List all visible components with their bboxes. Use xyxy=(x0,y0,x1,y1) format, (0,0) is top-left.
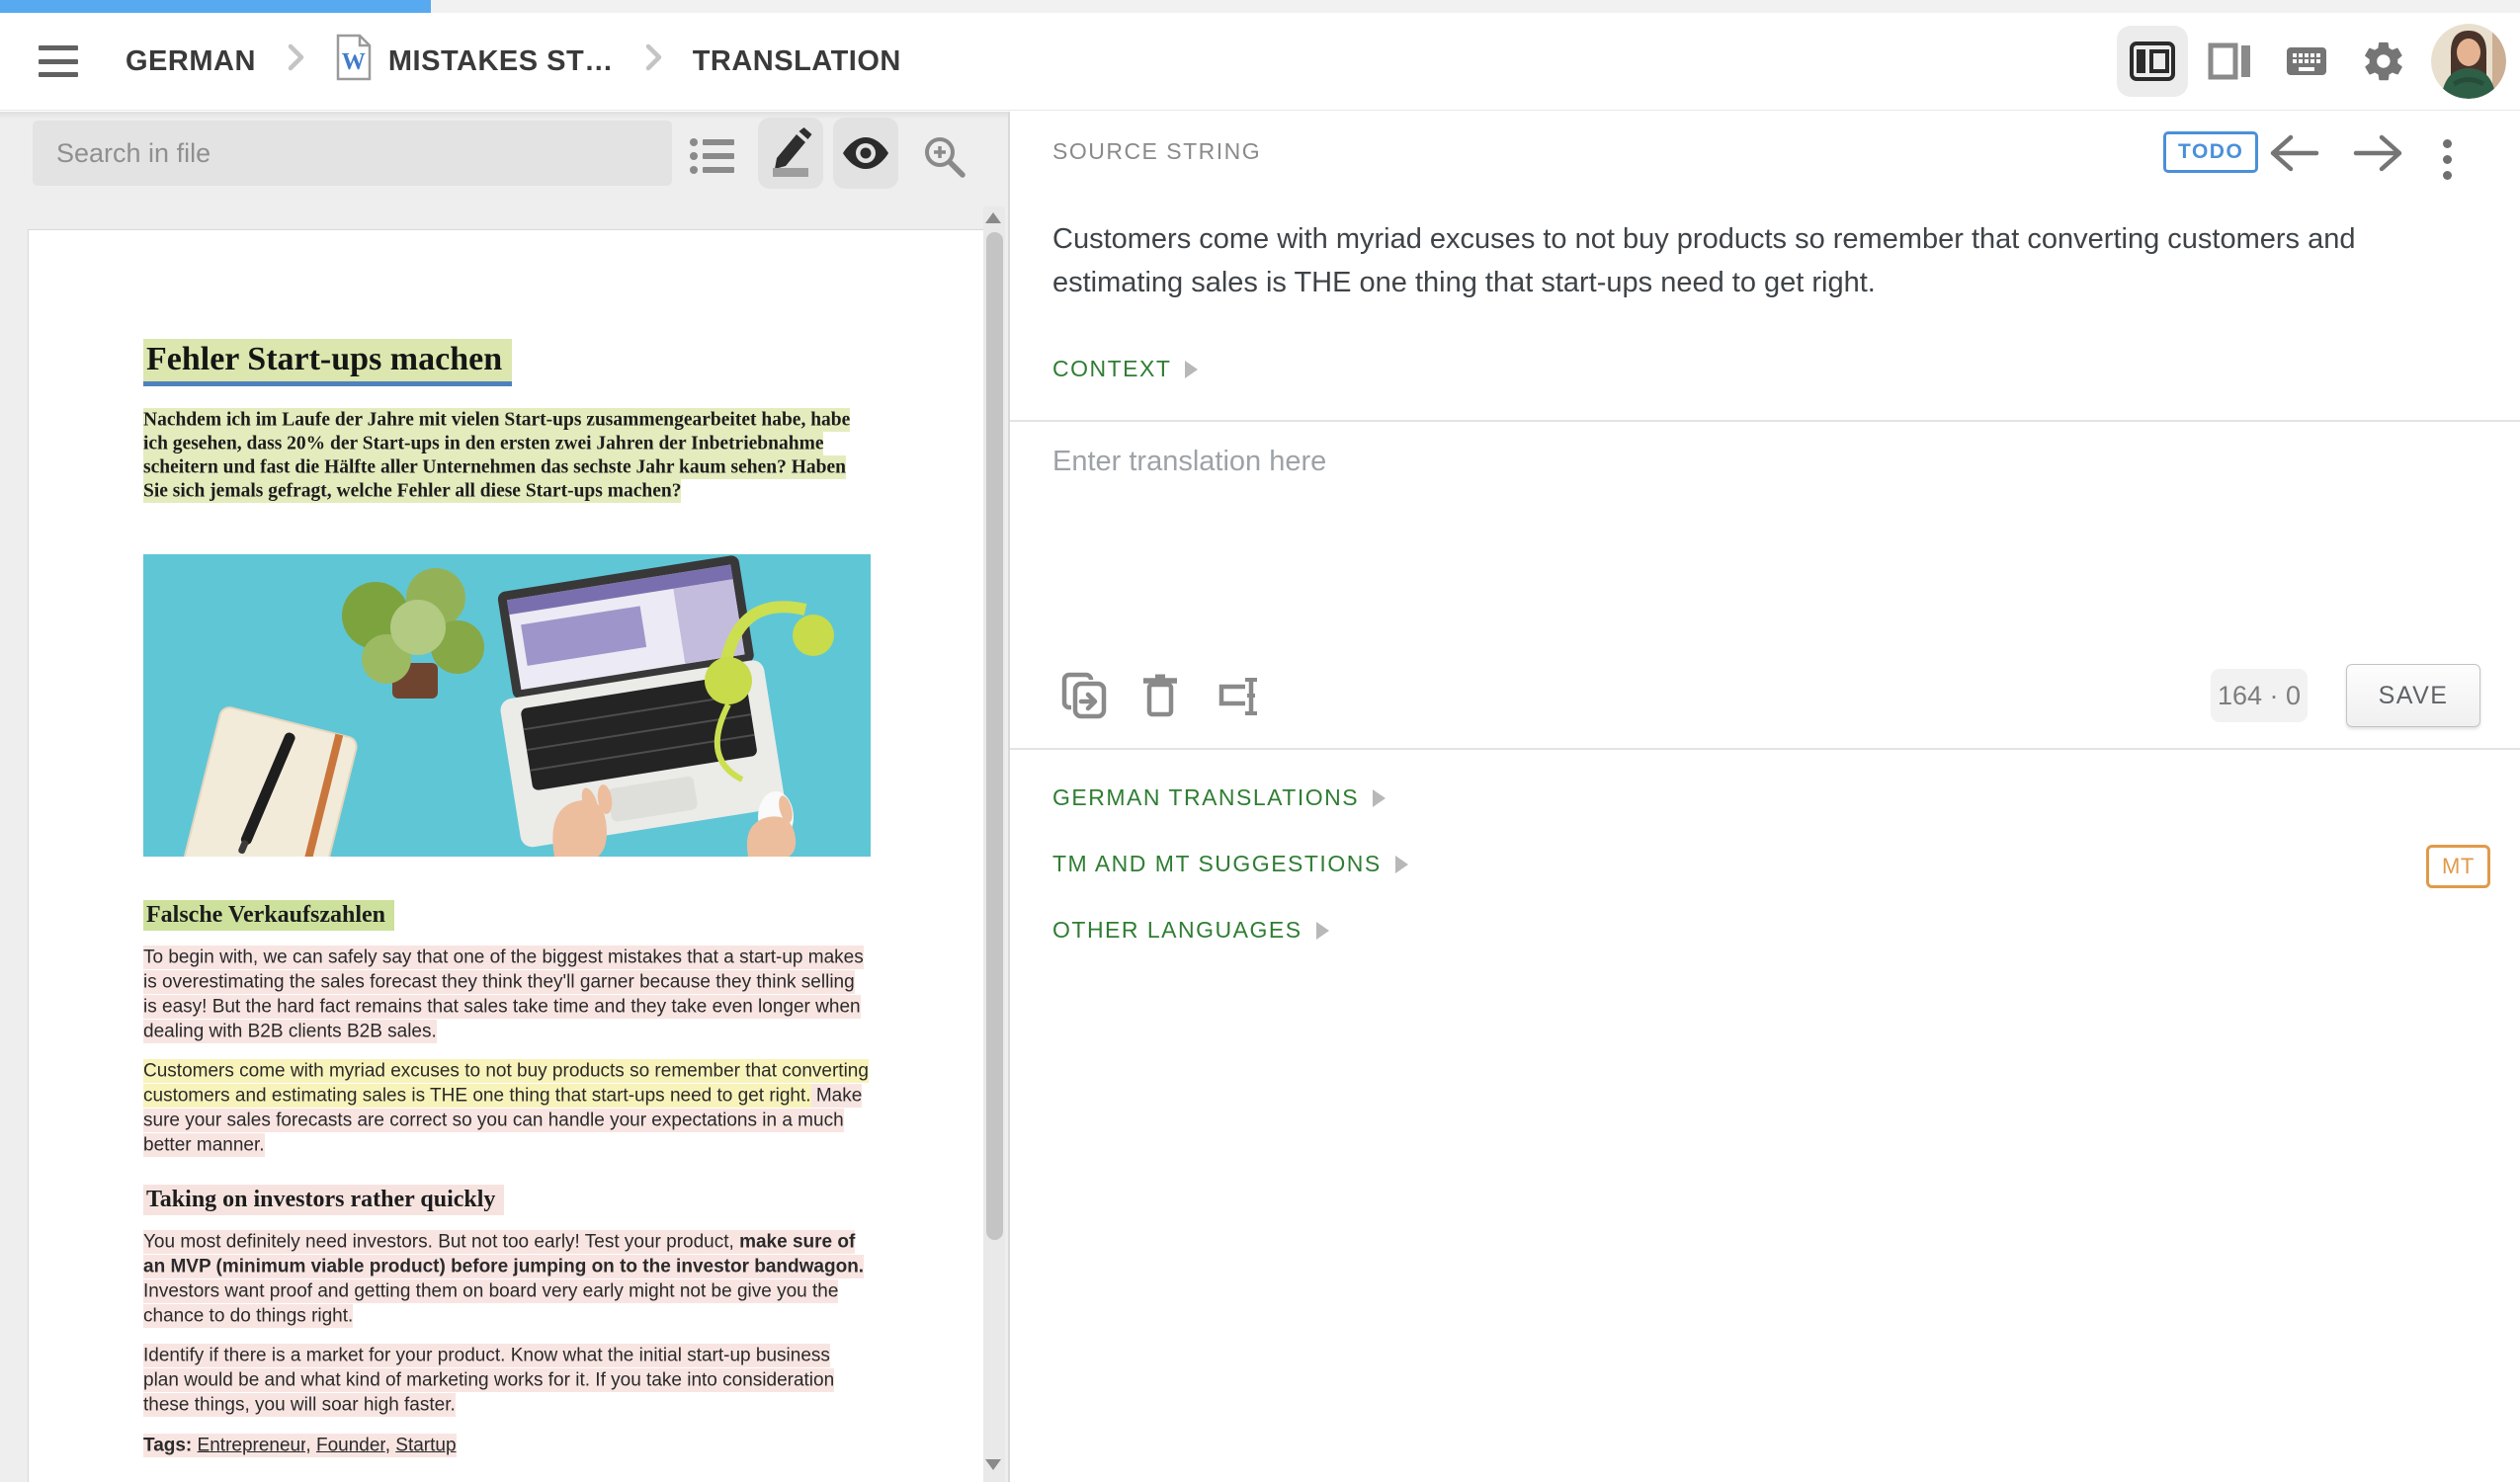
other-languages-toggle[interactable]: OTHER LANGUAGES xyxy=(1052,917,1329,944)
document-paragraph[interactable]: Identify if there is a market for your p… xyxy=(143,1343,871,1417)
document-paragraph[interactable]: To begin with, we can safely say that on… xyxy=(143,945,871,1043)
german-translations-toggle[interactable]: GERMAN TRANSLATIONS xyxy=(1052,784,1386,811)
tm-mt-suggestions-label: TM AND MT SUGGESTIONS xyxy=(1052,851,1382,877)
document-tags[interactable]: Tags: Entrepreneur, Founder, Startup xyxy=(143,1433,871,1457)
document-scrollbar-thumb[interactable] xyxy=(986,232,1003,1240)
avatar[interactable] xyxy=(2431,24,2506,99)
breadcrumb: GERMAN W MISTAKES ST… TRANSLATION xyxy=(126,34,901,89)
context-section-toggle[interactable]: CONTEXT xyxy=(1052,356,1198,382)
file-preview-panel: Fehler Start-ups machen Nachdem ich im L… xyxy=(0,112,1008,1482)
triangle-right-icon xyxy=(1395,856,1408,873)
status-badge[interactable]: TODO xyxy=(2163,131,2258,173)
strings-list-icon[interactable] xyxy=(686,124,741,189)
tm-mt-suggestions-toggle[interactable]: TM AND MT SUGGESTIONS xyxy=(1052,851,1408,877)
document-intro-paragraph[interactable]: Nachdem ich im Laufe der Jahre mit viele… xyxy=(143,408,871,503)
document-paragraph[interactable]: You most definitely need investors. But … xyxy=(143,1229,871,1328)
context-label: CONTEXT xyxy=(1052,356,1171,382)
delete-translation-icon[interactable] xyxy=(1142,673,1178,721)
preview-toggle-eye-icon[interactable] xyxy=(833,118,898,189)
menu-icon[interactable] xyxy=(39,45,78,77)
document-paragraph-active-string[interactable]: Customers come with myriad excuses to no… xyxy=(143,1058,871,1157)
triangle-right-icon xyxy=(1185,361,1198,378)
side-by-side-view-icon[interactable] xyxy=(2117,26,2188,97)
clear-translation-icon[interactable] xyxy=(1215,675,1262,721)
topnav-actions xyxy=(2117,24,2506,99)
character-counter: 164 · 0 xyxy=(2211,669,2308,722)
translation-progress-bar xyxy=(0,0,2520,13)
breadcrumb-file[interactable]: W MISTAKES ST… xyxy=(335,34,614,89)
translation-editor: GERMAN W MISTAKES ST… TRANSLATION xyxy=(0,0,2520,1482)
keyboard-shortcuts-icon[interactable] xyxy=(2271,26,2342,97)
document-page: Fehler Start-ups machen Nachdem ich im L… xyxy=(28,229,990,1482)
source-string-label: SOURCE STRING xyxy=(1052,138,1261,165)
highlight-strings-icon[interactable] xyxy=(758,118,823,189)
triangle-right-icon xyxy=(1373,789,1386,807)
chevron-right-icon xyxy=(643,42,663,80)
zoom-in-icon[interactable] xyxy=(914,124,973,189)
chevron-right-icon xyxy=(286,42,305,80)
triangle-right-icon xyxy=(1316,922,1329,940)
scrollbar-down-icon[interactable] xyxy=(985,1459,1001,1470)
divider xyxy=(1010,748,2520,750)
document-section-heading[interactable]: Taking on investors rather quickly xyxy=(143,1187,869,1213)
previous-string-icon[interactable] xyxy=(2267,133,2322,176)
breadcrumb-language[interactable]: GERMAN xyxy=(126,45,256,78)
translation-panel: SOURCE STRING TODO Customers come with m… xyxy=(1008,112,2520,1482)
scrollbar-up-icon[interactable] xyxy=(985,212,1001,223)
right-panel-view-icon[interactable] xyxy=(2194,26,2265,97)
translation-progress-fill xyxy=(0,0,431,13)
breadcrumb-file-label: MISTAKES ST… xyxy=(388,45,614,78)
word-document-icon: W xyxy=(335,34,373,89)
settings-gear-icon[interactable] xyxy=(2348,26,2419,97)
german-translations-label: GERMAN TRANSLATIONS xyxy=(1052,784,1359,811)
document-photo xyxy=(143,554,871,857)
next-string-icon[interactable] xyxy=(2350,133,2405,176)
divider xyxy=(1010,420,2520,422)
more-options-icon[interactable] xyxy=(2439,135,2456,184)
translation-input[interactable] xyxy=(1052,446,2436,643)
top-navigation: GERMAN W MISTAKES ST… TRANSLATION xyxy=(0,13,2520,111)
svg-text:W: W xyxy=(342,49,367,75)
document-title[interactable]: Fehler Start-ups machen xyxy=(143,341,869,378)
save-button[interactable]: SAVE xyxy=(2346,664,2480,727)
copy-source-icon[interactable] xyxy=(1060,671,1108,723)
breadcrumb-page[interactable]: TRANSLATION xyxy=(693,45,901,78)
mt-badge[interactable]: MT xyxy=(2426,845,2490,888)
other-languages-label: OTHER LANGUAGES xyxy=(1052,917,1302,944)
document-section-heading[interactable]: Falsche Verkaufszahlen xyxy=(143,902,869,929)
search-input[interactable] xyxy=(33,121,672,186)
source-string-text: Customers come with myriad excuses to no… xyxy=(1052,217,2485,304)
